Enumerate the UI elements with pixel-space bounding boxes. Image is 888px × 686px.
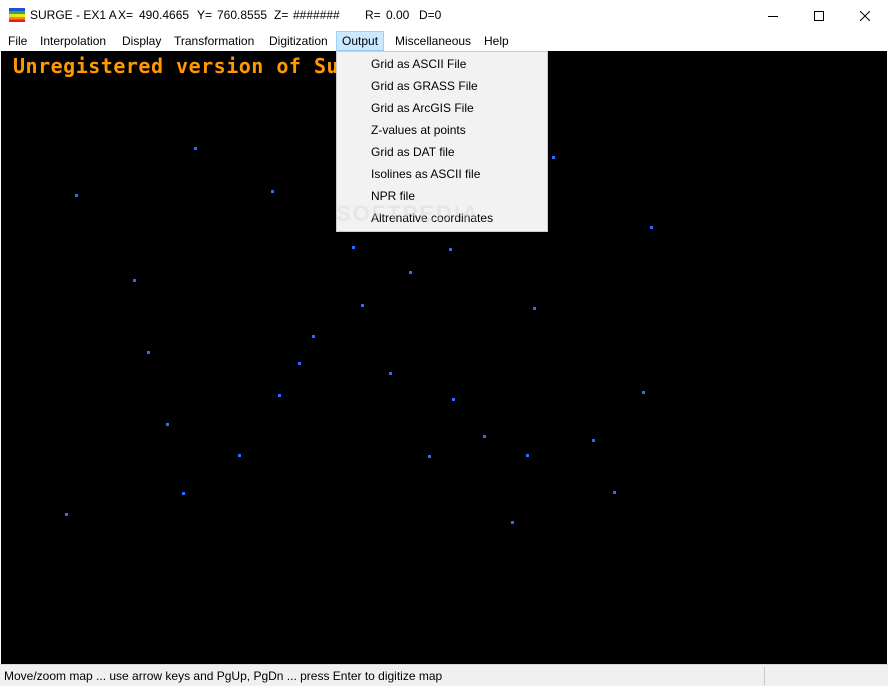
- menu-miscellaneous[interactable]: Miscellaneous: [390, 31, 476, 51]
- data-point: [428, 455, 431, 458]
- data-point: [194, 147, 197, 150]
- data-point: [238, 454, 241, 457]
- data-point: [147, 351, 150, 354]
- title-bar[interactable]: SURGE - EX1 A X= 490.4665 Y= 760.8555 Z=…: [0, 0, 888, 31]
- menu-item-grid-ascii[interactable]: Grid as ASCII File: [337, 53, 547, 75]
- r-value: 0.00: [386, 8, 410, 22]
- data-point: [312, 335, 315, 338]
- menu-interpolation[interactable]: Interpolation: [35, 31, 111, 51]
- z-value: #######: [293, 8, 340, 22]
- data-point: [409, 271, 412, 274]
- data-point: [65, 513, 68, 516]
- menu-item-grid-grass[interactable]: Grid as GRASS File: [337, 75, 547, 97]
- data-point: [511, 521, 514, 524]
- x-label: X=: [118, 8, 134, 22]
- data-point: [592, 439, 595, 442]
- data-point: [526, 454, 529, 457]
- menu-item-grid-dat[interactable]: Grid as DAT file: [337, 141, 547, 163]
- data-point: [452, 398, 455, 401]
- data-point: [361, 304, 364, 307]
- menu-transformation[interactable]: Transformation: [169, 31, 259, 51]
- maximize-icon: [814, 10, 824, 21]
- r-label: R=: [365, 8, 381, 22]
- data-point: [182, 492, 185, 495]
- y-coordinate: 760.8555: [217, 8, 268, 22]
- data-point: [613, 491, 616, 494]
- data-point: [533, 307, 536, 310]
- data-point: [298, 362, 301, 365]
- menu-help[interactable]: Help: [479, 31, 514, 51]
- data-point: [133, 279, 136, 282]
- unregistered-banner: Unregistered version of Surfer: [13, 54, 390, 78]
- data-point: [449, 248, 452, 251]
- menu-display[interactable]: Display: [117, 31, 166, 51]
- maximize-button[interactable]: [796, 0, 842, 31]
- watermark: SOFTPEDIA: [336, 201, 480, 226]
- z-label: Z=: [274, 8, 289, 22]
- data-point: [271, 190, 274, 193]
- menu-digitization[interactable]: Digitization: [264, 31, 333, 51]
- menu-output[interactable]: Output: [336, 31, 385, 51]
- menu-item-z-values[interactable]: Z-values at points: [337, 119, 547, 141]
- menu-file[interactable]: File: [3, 31, 32, 51]
- status-message: Move/zoom map ... use arrow keys and PgU…: [4, 669, 443, 683]
- data-point: [483, 435, 486, 438]
- close-icon: [860, 10, 870, 21]
- menu-bar: File Interpolation Display Transformatio…: [0, 31, 888, 51]
- close-button[interactable]: [842, 0, 888, 31]
- menu-item-isolines-ascii[interactable]: Isolines as ASCII file: [337, 163, 547, 185]
- data-point: [352, 246, 355, 249]
- window-title: SURGE - EX1 A: [30, 8, 117, 22]
- d-value: D=0: [419, 8, 442, 22]
- data-point: [389, 372, 392, 375]
- y-label: Y=: [197, 8, 213, 22]
- surge-app-icon: [9, 8, 25, 22]
- data-point: [650, 226, 653, 229]
- minimize-icon: [768, 15, 778, 17]
- x-coordinate: 490.4665: [139, 8, 190, 22]
- minimize-button[interactable]: [750, 0, 796, 31]
- data-point: [75, 194, 78, 197]
- data-point: [166, 423, 169, 426]
- data-point: [642, 391, 645, 394]
- status-bar: Move/zoom map ... use arrow keys and PgU…: [0, 664, 888, 686]
- data-point: [552, 156, 555, 159]
- data-point: [278, 394, 281, 397]
- menu-item-grid-arcgis[interactable]: Grid as ArcGIS File: [337, 97, 547, 119]
- status-separator: [764, 667, 765, 685]
